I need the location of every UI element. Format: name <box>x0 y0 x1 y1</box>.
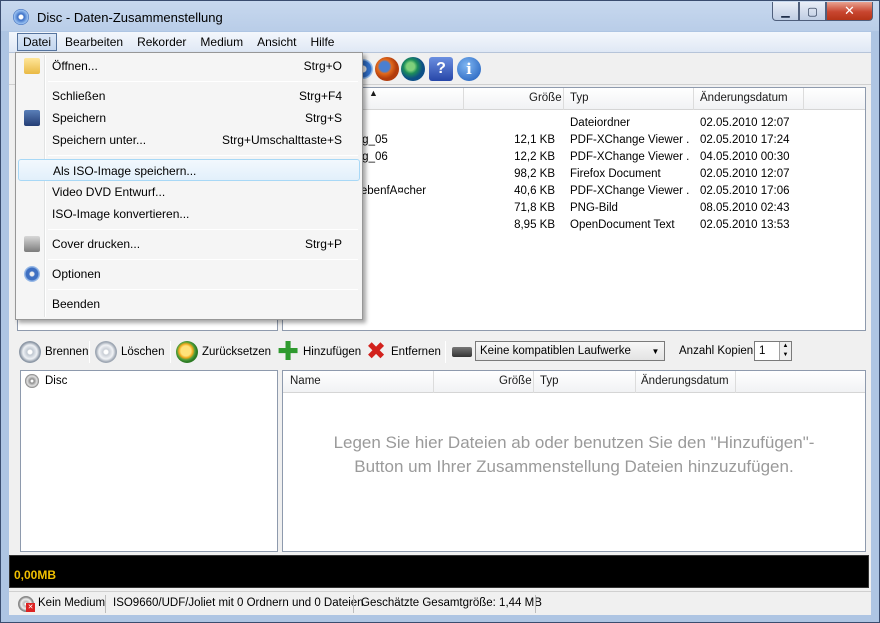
title-bar: Disc - Daten-Zusammenstellung ▁ ▢ ✕ <box>1 1 879 31</box>
menu-ansicht[interactable]: Ansicht <box>251 33 302 51</box>
col-size[interactable]: Größe <box>499 375 532 387</box>
col-type[interactable]: Typ <box>570 92 589 104</box>
gear-icon <box>24 266 40 282</box>
menu-hilfe[interactable]: Hilfe <box>304 33 340 51</box>
close-button[interactable]: ✕ <box>826 2 873 21</box>
firefox-icon[interactable] <box>375 57 399 81</box>
copies-label: Anzahl Kopien: <box>679 345 757 357</box>
chevron-down-icon: ▼ <box>651 346 660 356</box>
maximize-button[interactable]: ▢ <box>799 2 826 21</box>
menu-print-cover[interactable]: Cover drucken... Strg+P <box>18 233 360 255</box>
drive-icon <box>452 347 472 357</box>
file-browser-panel[interactable]: ▲ Größe Typ Änderungsdatum n Dateiordner… <box>282 87 866 331</box>
sort-arrow-icon: ▲ <box>369 88 378 98</box>
col-size[interactable]: Größe <box>529 92 562 104</box>
minimize-button[interactable]: ▁ <box>772 2 799 21</box>
window-title: Disc - Daten-Zusammenstellung <box>37 10 223 25</box>
menu-video-dvd[interactable]: Video DVD Entwurf... <box>18 181 360 203</box>
menu-medium[interactable]: Medium <box>194 33 249 51</box>
capacity-text: 0,00MB <box>14 568 57 582</box>
copies-stepper[interactable]: 1 ▲ ▼ <box>754 341 792 361</box>
col-date[interactable]: Änderungsdatum <box>641 375 729 387</box>
compilation-list-panel[interactable]: Name Größe Typ Änderungsdatum Legen Sie … <box>282 370 866 552</box>
menu-datei[interactable]: Datei <box>17 33 58 51</box>
table-row[interactable]: n NebenfÃ¤cher 40,6 KB PDF-XChange Viewe… <box>283 184 865 201</box>
menu-exit[interactable]: Beenden <box>18 293 360 315</box>
status-estimated-size: Geschätzte Gesamtgröße: 1,44 MB <box>361 597 542 609</box>
window-controls: ▁ ▢ ✕ <box>772 2 873 21</box>
error-mark-icon: ✕ <box>26 603 35 612</box>
printer-icon <box>24 236 40 252</box>
compilation-header: Name Größe Typ Änderungsdatum <box>283 371 865 393</box>
app-window: Disc - Daten-Zusammenstellung ▁ ▢ ✕ Date… <box>0 0 880 623</box>
drop-hint: Legen Sie hier Dateien ab oder benutzen … <box>333 433 815 476</box>
menu-save[interactable]: Speichern Strg+S <box>18 107 360 129</box>
compilation-toolbar: Brennen Löschen Zurücksetzen ✚ Hinzufüge… <box>9 335 871 367</box>
remove-button[interactable]: ✖ Entfernen <box>365 338 441 365</box>
menu-close[interactable]: Schließen Strg+F4 <box>18 85 360 107</box>
col-date[interactable]: Änderungsdatum <box>700 92 788 104</box>
menu-open[interactable]: Öffnen... Strg+O <box>18 55 360 77</box>
reset-refresh-icon <box>176 341 198 363</box>
table-row[interactable]: 71,8 KB PNG-Bild 08.05.2010 02:43 <box>283 201 865 218</box>
menu-convert-iso[interactable]: ISO-Image konvertieren... <box>18 203 360 225</box>
status-filesystem: ISO9660/UDF/Joliet mit 0 Ordnern und 0 D… <box>113 597 364 609</box>
table-row[interactable]: 1 8,95 KB OpenDocument Text 02.05.2010 1… <box>283 218 865 235</box>
menu-save-iso[interactable]: Als ISO-Image speichern... <box>18 159 360 181</box>
drive-select[interactable]: Keine kompatiblen Laufwerke ▼ <box>475 341 665 361</box>
col-type[interactable]: Typ <box>540 375 559 387</box>
spin-buttons[interactable]: ▲ ▼ <box>779 342 791 360</box>
table-row[interactable]: 98,2 KB Firefox Document 02.05.2010 12:0… <box>283 167 865 184</box>
menu-bearbeiten[interactable]: Bearbeiten <box>59 33 129 51</box>
table-row[interactable]: nung_06 12,2 KB PDF-XChange Viewer ... 0… <box>283 150 865 167</box>
reset-button[interactable]: Zurücksetzen <box>176 341 271 363</box>
disc-app-icon <box>13 9 29 25</box>
plus-icon: ✚ <box>277 336 299 366</box>
menu-rekorder[interactable]: Rekorder <box>131 33 192 51</box>
col-name[interactable]: Name <box>290 375 321 387</box>
add-button[interactable]: ✚ Hinzufügen <box>277 336 361 366</box>
disc-icon <box>25 374 39 388</box>
erase-disc-icon <box>95 341 117 363</box>
menu-options[interactable]: Optionen <box>18 263 360 285</box>
delete-button[interactable]: Löschen <box>95 341 164 363</box>
file-menu-dropdown: Öffnen... Strg+O Schließen Strg+F4 Speic… <box>15 52 363 320</box>
tree-item-disc[interactable]: Disc <box>25 374 67 388</box>
burn-button[interactable]: Brennen <box>19 341 88 363</box>
compilation-tree-panel[interactable]: Disc <box>20 370 278 552</box>
table-row[interactable]: nung_05 12,1 KB PDF-XChange Viewer ... 0… <box>283 133 865 150</box>
globe-refresh-icon[interactable] <box>401 57 425 81</box>
burn-disc-icon <box>19 341 41 363</box>
table-row[interactable]: n Dateiordner 02.05.2010 12:07 <box>283 116 865 133</box>
capacity-bar: 0,00MB <box>9 555 869 588</box>
status-medium: Kein Medium <box>38 597 106 609</box>
status-bar: ✕ Kein Medium ISO9660/UDF/Joliet mit 0 O… <box>9 591 871 615</box>
info-icon[interactable]: i <box>457 57 481 81</box>
floppy-save-icon <box>24 110 40 126</box>
folder-open-icon <box>24 58 40 74</box>
menu-bar: Datei Bearbeiten Rekorder Medium Ansicht… <box>9 32 871 53</box>
menu-save-as[interactable]: Speichern unter... Strg+Umschalttaste+S <box>18 129 360 151</box>
file-browser-header: ▲ Größe Typ Änderungsdatum <box>283 88 865 110</box>
help-icon[interactable]: ? <box>429 57 453 81</box>
remove-x-icon: ✖ <box>365 338 387 365</box>
